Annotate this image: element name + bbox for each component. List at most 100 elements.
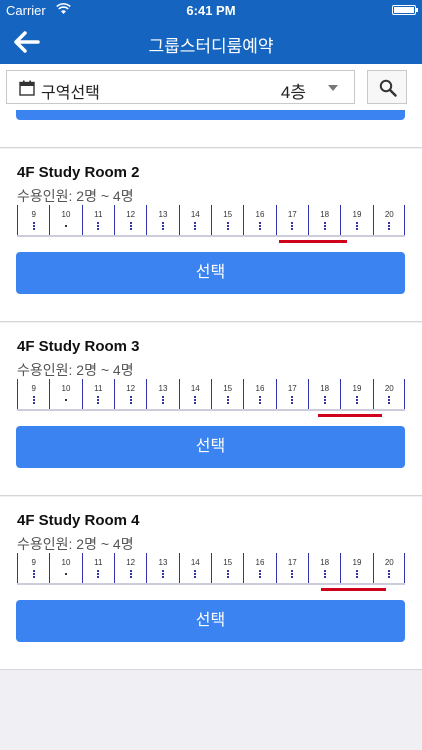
time-slot[interactable]: 19 <box>340 553 372 583</box>
nav-bar: 그룹스터디룸예약 <box>0 20 422 64</box>
time-slot-marker <box>258 396 261 405</box>
room-name: 4F Study Room 4 <box>17 512 140 529</box>
search-icon <box>379 79 397 97</box>
time-slot[interactable]: 9 <box>17 553 49 583</box>
time-slot-marker <box>291 222 294 231</box>
time-slot-marker <box>355 570 358 579</box>
time-slot[interactable]: 14 <box>178 379 211 409</box>
time-slot[interactable]: 10 <box>49 379 81 409</box>
time-slot[interactable]: 17 <box>275 379 308 409</box>
time-slot-hour: 9 <box>31 558 36 567</box>
time-slot[interactable]: 18 <box>308 379 340 409</box>
time-slot-hour: 20 <box>384 558 394 567</box>
time-slot-marker <box>226 396 229 405</box>
time-slot[interactable]: 11 <box>81 379 114 409</box>
room-list[interactable]: 4F Study Room 1수용인원: 2명 ~ 4명910111213141… <box>0 110 422 750</box>
time-slot-marker <box>64 399 67 401</box>
time-slot[interactable]: 14 <box>178 205 211 235</box>
time-slot-marker <box>388 396 391 405</box>
time-slot-hour: 17 <box>287 210 297 219</box>
time-slot-marker <box>194 570 197 579</box>
time-slot-marker <box>161 222 164 231</box>
time-slot-marker <box>323 222 326 231</box>
time-slot-marker <box>129 396 132 405</box>
time-slot[interactable]: 12 <box>114 553 146 583</box>
time-slot-hour: 14 <box>190 558 200 567</box>
region-select[interactable]: 구역선택 4층 <box>6 70 355 104</box>
timeline-baseline <box>17 409 405 411</box>
time-slot-hour: 10 <box>61 558 71 567</box>
time-slot-marker <box>97 222 100 231</box>
selected-time-range <box>320 588 386 591</box>
time-slot-hour: 16 <box>255 384 265 393</box>
select-room-button[interactable]: 선택 <box>16 600 405 642</box>
time-slot[interactable]: 10 <box>49 553 81 583</box>
clock: 6:41 PM <box>186 3 236 18</box>
time-slot[interactable]: 19 <box>340 205 372 235</box>
time-slot-marker <box>64 225 67 227</box>
time-slot-hour: 16 <box>255 558 265 567</box>
time-slot-hour: 19 <box>352 210 362 219</box>
time-slot-hour: 12 <box>126 384 136 393</box>
time-slot-hour: 18 <box>320 384 330 393</box>
time-slot-timeline[interactable]: 9 10 11 12 13 14 15 16 17 18 19 20 <box>17 205 405 243</box>
time-slot-marker <box>258 222 261 231</box>
room-card: 4F Study Room 2 수용인원: 2명 ~ 4명 9 10 11 12 13 14 1… <box>0 149 422 322</box>
time-slot[interactable]: 12 <box>114 379 146 409</box>
time-slot[interactable]: 9 <box>17 205 49 235</box>
chevron-down-icon <box>328 85 338 91</box>
selected-time-range <box>278 240 347 243</box>
time-slot[interactable]: 11 <box>81 553 114 583</box>
time-slot[interactable]: 16 <box>243 553 275 583</box>
time-slot[interactable]: 20 <box>372 553 405 583</box>
time-slot[interactable]: 12 <box>114 205 146 235</box>
time-slot[interactable]: 10 <box>49 205 81 235</box>
time-slot[interactable]: 20 <box>372 205 405 235</box>
time-slot-marker <box>129 222 132 231</box>
time-slot[interactable]: 15 <box>211 205 243 235</box>
time-slot[interactable]: 15 <box>211 553 243 583</box>
time-slot[interactable]: 18 <box>308 205 340 235</box>
timeline-end <box>404 553 405 583</box>
time-slot[interactable]: 17 <box>275 553 308 583</box>
timeline-end <box>404 379 405 409</box>
time-slot-marker <box>291 570 294 579</box>
time-slot[interactable]: 15 <box>211 379 243 409</box>
time-slot-timeline[interactable]: 9 10 11 12 13 14 15 16 17 18 19 20 <box>17 379 405 417</box>
time-slot[interactable]: 16 <box>243 205 275 235</box>
time-slot-marker <box>355 396 358 405</box>
time-slot[interactable]: 13 <box>146 205 178 235</box>
select-room-button[interactable]: 선택 <box>16 426 405 468</box>
time-slot-marker <box>129 570 132 579</box>
time-slot-hour: 15 <box>223 210 233 219</box>
time-slot-hour: 20 <box>384 210 394 219</box>
time-slot-marker <box>161 396 164 405</box>
time-slot-marker <box>97 396 100 405</box>
time-slot-hour: 9 <box>31 384 36 393</box>
page-title: 그룹스터디룸예약 <box>148 37 274 56</box>
time-slot[interactable]: 16 <box>243 379 275 409</box>
room-card: 4F Study Room 3 수용인원: 2명 ~ 4명 9 10 11 12 13 14 1… <box>0 323 422 496</box>
time-slot[interactable]: 20 <box>372 379 405 409</box>
filter-bar: 구역선택 4층 <box>0 64 422 111</box>
time-slot[interactable]: 18 <box>308 553 340 583</box>
time-slot-timeline[interactable]: 9 10 11 12 13 14 15 16 17 18 19 20 <box>17 553 405 591</box>
time-slot-marker <box>194 396 197 405</box>
select-room-button[interactable]: 선택 <box>16 110 405 120</box>
search-button[interactable] <box>367 70 407 104</box>
time-slot-hour: 17 <box>287 558 297 567</box>
time-slot-hour: 9 <box>31 210 36 219</box>
time-slot-marker <box>323 396 326 405</box>
time-slot[interactable]: 13 <box>146 553 178 583</box>
battery-icon <box>392 5 418 15</box>
time-slot[interactable]: 9 <box>17 379 49 409</box>
select-room-button[interactable]: 선택 <box>16 252 405 294</box>
time-slot[interactable]: 17 <box>275 205 308 235</box>
time-slot[interactable]: 14 <box>178 553 211 583</box>
time-slot[interactable]: 13 <box>146 379 178 409</box>
floor-value: 4층 <box>280 83 306 102</box>
time-slot-marker <box>97 570 100 579</box>
time-slot[interactable]: 11 <box>81 205 114 235</box>
time-slot[interactable]: 19 <box>340 379 372 409</box>
time-slot-hour: 16 <box>255 210 265 219</box>
